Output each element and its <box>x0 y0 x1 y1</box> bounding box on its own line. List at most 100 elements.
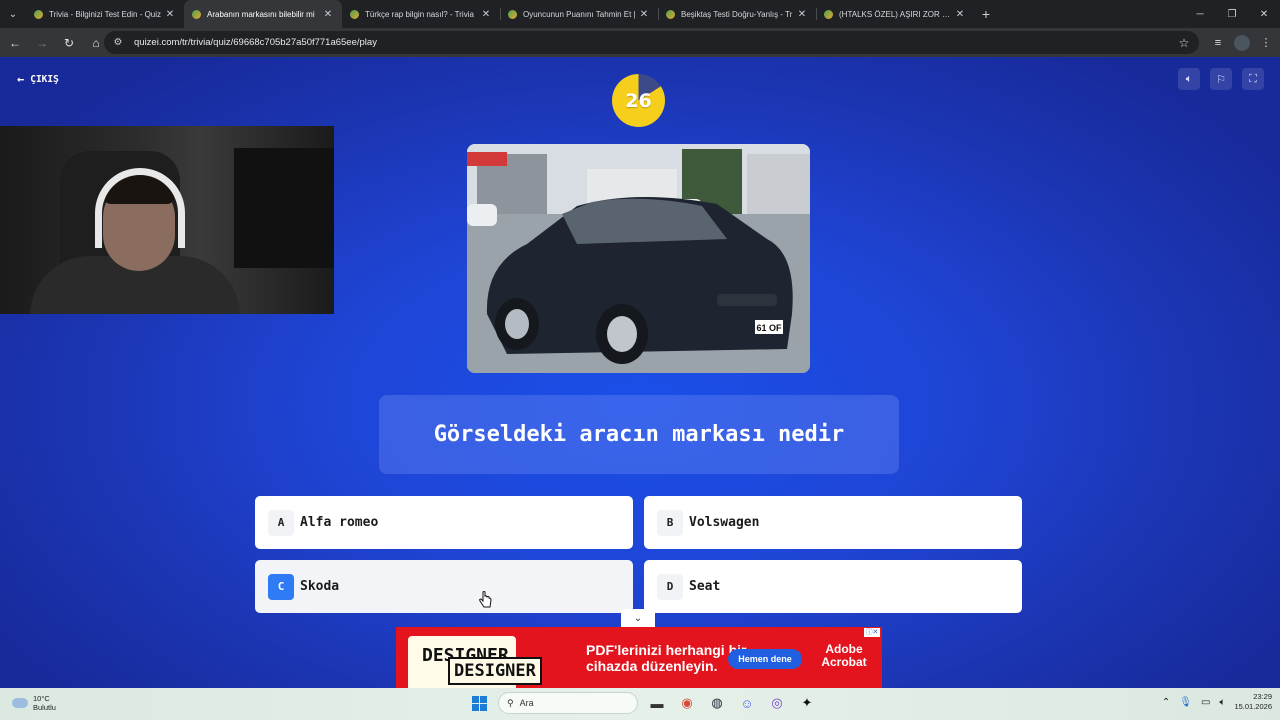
chevron-down-icon: ⌄ <box>633 612 643 624</box>
answer-letter: D <box>657 573 683 600</box>
app-icon[interactable]: ✦ <box>796 692 818 714</box>
restore-icon[interactable]: ❐ <box>1216 0 1248 28</box>
exit-label: ÇIKIŞ <box>30 73 59 85</box>
favicon-icon <box>824 9 833 19</box>
tab-4[interactable]: Oyuncunun Puanını Tahmin Et | ✕ <box>500 0 658 28</box>
ad-cta-button[interactable]: Hemen dene <box>728 649 802 669</box>
tab-3[interactable]: Türkçe rap bilgin nasıl? - Trivia ✕ <box>342 0 500 28</box>
obs-icon[interactable]: ◎ <box>766 692 788 714</box>
close-window-icon[interactable]: ✕ <box>1248 0 1280 28</box>
flag-icon[interactable]: ⚐ <box>1210 68 1232 90</box>
taskbar: 10°C Bulutlu ⚲ Ara ▬ ◉ ◍ ☺ ◎ ✦ ⌃ 🎙︎ ▭ 🔈︎… <box>0 688 1280 720</box>
discord-icon[interactable]: ☺ <box>736 692 758 714</box>
start-button[interactable] <box>468 692 490 714</box>
answer-option-d[interactable]: D Seat <box>644 560 1022 613</box>
bookmark-star-icon[interactable]: ☆ <box>1175 36 1193 50</box>
new-tab-button[interactable]: + <box>974 6 998 22</box>
favicon-icon <box>34 9 43 19</box>
close-icon[interactable]: ✕ <box>796 9 808 20</box>
weather-widget[interactable]: 10°C Bulutlu <box>12 694 56 712</box>
system-tray: ⌃ 🎙︎ ▭ 🔈︎ 23:29 15.01.2026 <box>1162 692 1272 712</box>
answer-label: Skoda <box>300 579 340 594</box>
menu-icon[interactable]: ⋮ <box>1256 33 1276 53</box>
tab-title: Oyuncunun Puanını Tahmin Et | <box>523 9 636 19</box>
file-explorer-icon[interactable]: ▬ <box>646 692 668 714</box>
quiz-controls: 🔈︎ ⚐ ⛶ <box>1178 68 1264 90</box>
ad-logo-secondary: DESIGNER <box>448 657 542 685</box>
clock-date: 15.01.2026 <box>1234 702 1272 711</box>
profile-avatar[interactable] <box>1234 34 1250 51</box>
answer-label: Volswagen <box>689 515 760 530</box>
forward-icon[interactable]: → <box>30 31 54 55</box>
collapse-ad-button[interactable]: ⌄ <box>621 609 655 627</box>
clock[interactable]: 23:29 15.01.2026 <box>1234 692 1272 712</box>
chrome-icon[interactable]: ◉ <box>676 692 698 714</box>
question-text: Görseldeki aracın markası nedir <box>379 395 899 474</box>
webcam-overlay <box>0 126 334 314</box>
favicon-icon <box>192 9 201 19</box>
plate-text: 61 OF <box>756 323 782 333</box>
headset <box>95 168 185 248</box>
favicon-icon <box>666 9 675 19</box>
timer-value: 26 <box>625 89 652 112</box>
chevron-up-icon[interactable]: ⌃ <box>1162 697 1170 708</box>
favicon-icon <box>508 9 517 19</box>
tab-5[interactable]: Beşiktaş Testi Doğru-Yanlış - Tr ✕ <box>658 0 816 28</box>
back-icon[interactable]: ← <box>3 31 27 55</box>
answer-option-a[interactable]: A Alfa romeo <box>255 496 633 549</box>
tab-strip: ⌄ Trivia - Bilginizi Test Edin - Quiz ✕ A… <box>0 0 1280 28</box>
cloud-icon <box>12 698 28 708</box>
ad-banner[interactable]: DESIGNER DESIGNER PDF'lerinizi herhangi … <box>396 627 882 688</box>
close-icon[interactable]: ✕ <box>322 9 334 20</box>
taskbar-search[interactable]: ⚲ Ara <box>498 692 638 714</box>
answer-option-b[interactable]: B Volswagen <box>644 496 1022 549</box>
address-bar[interactable]: ⚙ quizei.com/tr/trivia/quiz/69668c705b27… <box>104 31 1199 54</box>
minimize-icon[interactable]: ─ <box>1184 0 1216 28</box>
answer-label: Seat <box>689 579 721 594</box>
site-info-icon[interactable]: ⚙ <box>112 37 124 49</box>
media-control-icon[interactable]: ≡ <box>1208 33 1228 53</box>
search-icon: ⚲ <box>507 697 514 708</box>
tab-title: Beşiktaş Testi Doğru-Yanlış - Tr <box>681 9 793 19</box>
tab-title: Türkçe rap bilgin nasıl? - Trivia <box>365 9 474 19</box>
tab-6[interactable]: (HTALKS ÖZEL) AŞIRI ZOR FUTB ✕ <box>816 0 974 28</box>
ad-brand: Adobe Acrobat <box>821 642 867 669</box>
tab-title: (HTALKS ÖZEL) AŞIRI ZOR FUTB <box>839 9 954 19</box>
weather-desc: Bulutlu <box>33 703 56 712</box>
tab-search-button[interactable]: ⌄ <box>0 0 26 28</box>
exit-button[interactable]: ← ÇIKIŞ <box>17 72 59 86</box>
question-image: 61 OF <box>467 144 810 373</box>
hand-cursor-icon <box>479 591 492 608</box>
favicon-icon <box>350 9 359 19</box>
volume-icon[interactable]: 🔈︎ <box>1219 697 1225 708</box>
answer-letter: B <box>657 509 683 536</box>
answer-option-c[interactable]: C Skoda <box>255 560 633 613</box>
browser-toolbar: ← → ↻ ⌂ ⚙ quizei.com/tr/trivia/quiz/6966… <box>0 28 1280 57</box>
close-icon[interactable]: ✕ <box>480 9 492 20</box>
fullscreen-icon[interactable]: ⛶ <box>1242 68 1264 90</box>
window-controls: ─ ❐ ✕ <box>1184 0 1280 28</box>
sound-icon[interactable]: 🔈︎ <box>1178 68 1200 90</box>
reload-icon[interactable]: ↻ <box>57 31 81 55</box>
quiz-page: ← ÇIKIŞ 26 🔈︎ ⚐ ⛶ 61 OF Görseldeki aracı… <box>0 57 1280 688</box>
tab-2[interactable]: Arabanın markasını bilebilir mi ✕ <box>184 0 342 28</box>
network-icon[interactable]: ▭ <box>1201 697 1210 708</box>
clock-time: 23:29 <box>1253 692 1272 701</box>
tab-title: Trivia - Bilginizi Test Edin - Quiz <box>49 9 162 19</box>
url-text: quizei.com/tr/trivia/quiz/69668c705b27a5… <box>134 37 377 48</box>
windows-logo-icon <box>471 695 487 711</box>
close-icon[interactable]: ✕ <box>954 9 966 20</box>
answer-label: Alfa romeo <box>300 515 379 530</box>
arrow-left-icon: ← <box>17 72 25 86</box>
tab-1[interactable]: Trivia - Bilginizi Test Edin - Quiz ✕ <box>26 0 184 28</box>
toolbar-right: ≡ ⋮ <box>1208 28 1276 57</box>
close-icon[interactable]: ✕ <box>164 9 176 20</box>
search-placeholder: Ara <box>519 698 534 708</box>
answer-letter: A <box>268 509 294 536</box>
countdown-timer: 26 <box>612 74 665 127</box>
microphone-icon[interactable]: 🎙︎ <box>1179 697 1192 708</box>
tab-title: Arabanın markasını bilebilir mi <box>207 9 315 19</box>
adchoices-icon[interactable]: ⓘ✕ <box>864 628 880 637</box>
steam-icon[interactable]: ◍ <box>706 692 728 714</box>
close-icon[interactable]: ✕ <box>638 9 650 20</box>
